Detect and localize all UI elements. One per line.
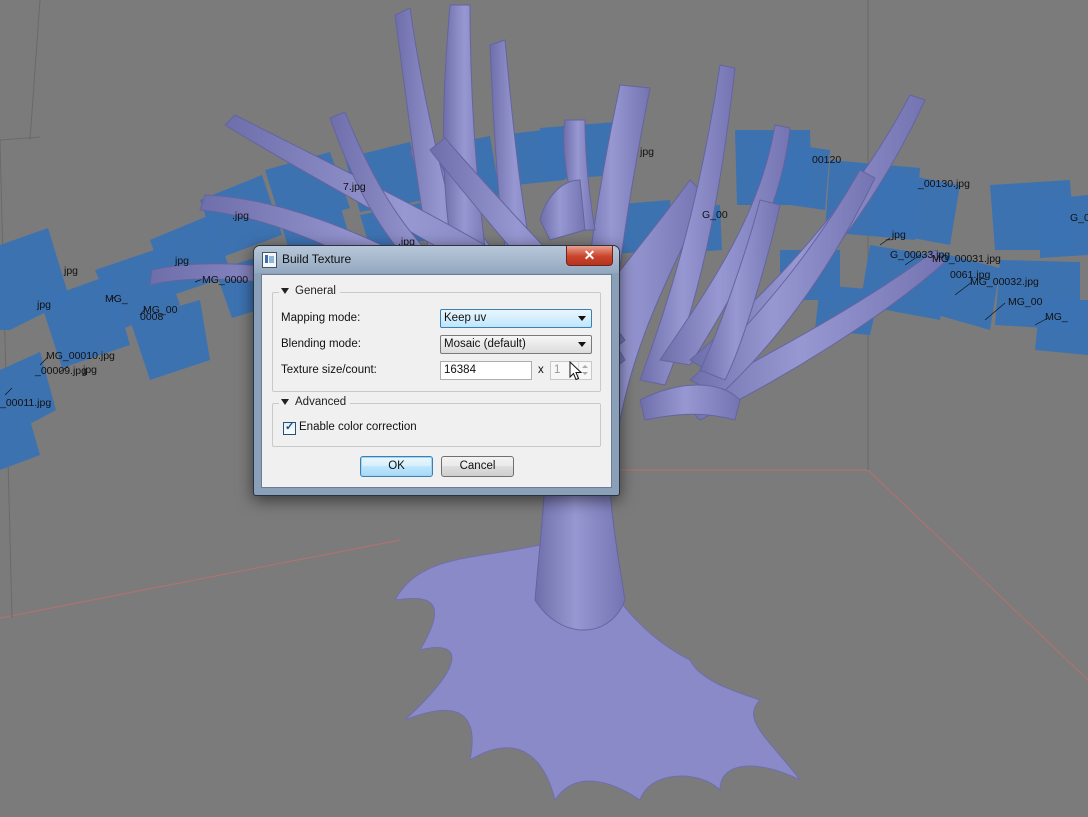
general-group-header[interactable]: General <box>279 285 340 297</box>
ok-button[interactable]: OK <box>360 456 433 477</box>
camera-label: jpg <box>63 265 78 277</box>
blending-mode-value: Mosaic (default) <box>444 338 526 350</box>
camera-label: MG_0000 <box>202 274 248 286</box>
film-icon <box>262 252 277 268</box>
close-button[interactable]: ✕ <box>566 246 613 266</box>
camera-label: MG_00 <box>1008 296 1043 308</box>
camera-label: G_0 <box>1070 212 1088 224</box>
camera-label: _00011.jpg <box>0 397 51 409</box>
camera-label: jpg <box>82 364 97 376</box>
texture-size-label: Texture size/count: <box>281 364 377 376</box>
color-correction-checkbox[interactable]: ✓ <box>283 421 296 435</box>
camera-label: .jpg <box>232 210 249 222</box>
advanced-group: Advanced ✓ Enable color correction <box>272 396 601 447</box>
camera-label: 00120 <box>812 154 841 166</box>
chevron-down-icon <box>578 342 586 347</box>
camera-label: jpg <box>639 146 654 158</box>
camera-label: MG_00031.jpg <box>932 253 1001 265</box>
texture-count-value: 1 <box>554 364 561 376</box>
blending-mode-dropdown[interactable]: Mosaic (default) <box>440 335 592 354</box>
camera-label: _00009.jpg <box>34 365 87 377</box>
chevron-down-icon <box>578 316 586 321</box>
blending-mode-label: Blending mode: <box>281 338 361 350</box>
advanced-group-title: Advanced <box>295 396 347 408</box>
mapping-mode-dropdown[interactable]: Keep uv <box>440 309 592 328</box>
build-texture-dialog: Build Texture ✕ General Mapping mode: Ke… <box>253 245 620 496</box>
dialog-title: Build Texture <box>282 252 352 266</box>
camera-label: _jpg <box>885 229 906 241</box>
camera-label: 0061.jpg <box>950 269 990 281</box>
times-symbol: x <box>538 364 544 376</box>
advanced-group-header[interactable]: Advanced <box>279 396 351 408</box>
general-group-title: General <box>295 285 336 297</box>
checkmark-icon: ✓ <box>285 421 295 433</box>
dialog-titlebar[interactable]: Build Texture ✕ <box>254 246 619 273</box>
camera-label: jpg <box>174 255 189 267</box>
camera-label: 7.jpg <box>343 181 366 193</box>
camera-label: 0008 <box>140 311 164 323</box>
general-group: General Mapping mode: Keep uv Blending m… <box>272 285 601 392</box>
mapping-mode-value: Keep uv <box>444 312 487 324</box>
mapping-mode-label: Mapping mode: <box>281 312 361 324</box>
camera-label: _00130.jpg <box>917 178 970 190</box>
camera-label: MG_00010.jpg <box>46 350 115 362</box>
cancel-button[interactable]: Cancel <box>441 456 514 477</box>
dialog-body: General Mapping mode: Keep uv Blending m… <box>261 274 612 488</box>
color-correction-label[interactable]: Enable color correction <box>299 421 417 433</box>
camera-label: MG_ <box>1045 311 1068 323</box>
camera-label: MG_ <box>105 293 128 305</box>
camera-label: G_00 <box>702 209 728 221</box>
collapse-triangle-icon[interactable] <box>281 288 289 294</box>
camera-label: jpg <box>36 299 51 311</box>
mouse-cursor-icon <box>569 361 583 381</box>
texture-size-input[interactable]: 16384 <box>440 361 532 380</box>
collapse-triangle-icon[interactable] <box>281 399 289 405</box>
